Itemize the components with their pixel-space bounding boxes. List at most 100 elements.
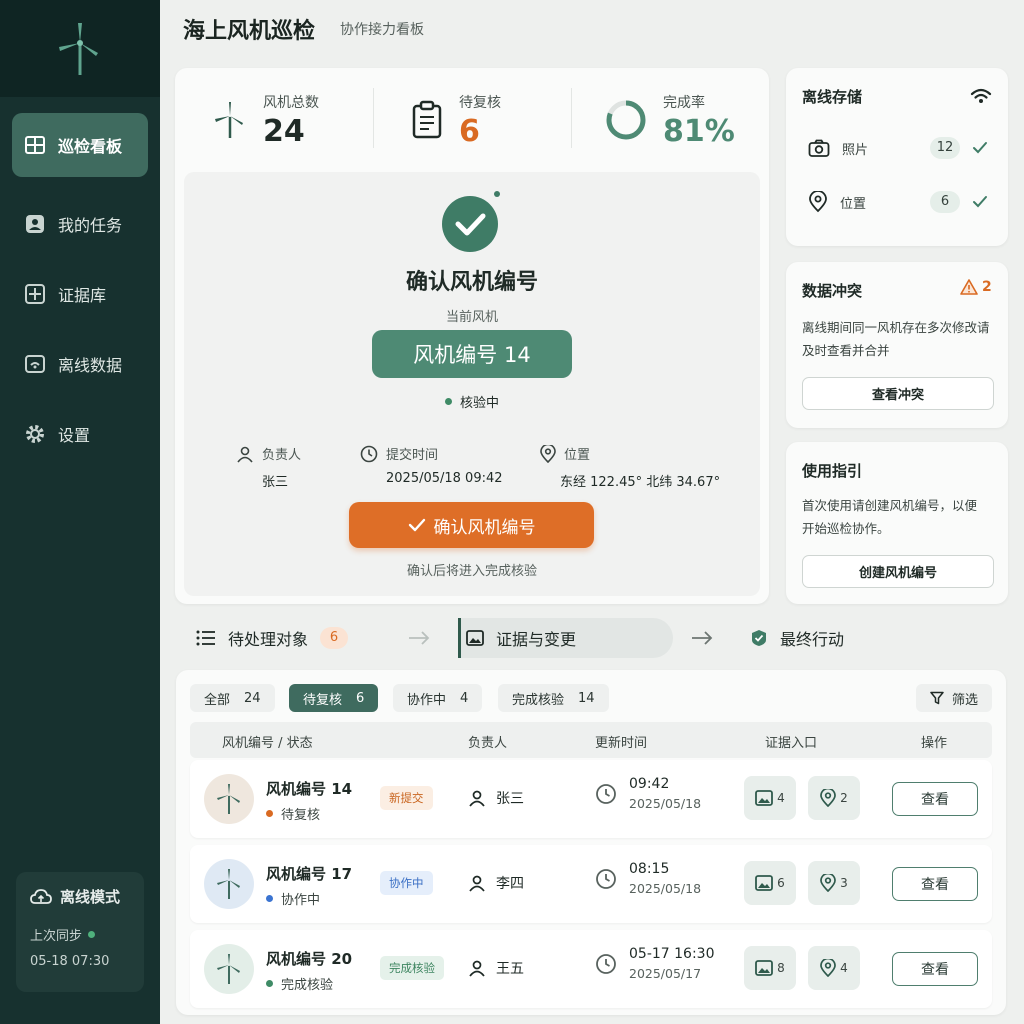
turbine-status: 协作中 <box>266 889 320 908</box>
funnel-icon <box>930 691 944 705</box>
update-time: 08:15 <box>629 861 670 877</box>
table-row[interactable]: 风机编号 20 完成核验 完成核验 王五 05-17 16:30 2025/05/17 8 4… <box>190 930 992 1008</box>
offline-mode-title: 离线模式 <box>30 886 130 907</box>
workflow-steps: 待处理对象 6 证据与变更 最终行动 <box>176 604 1006 670</box>
guide-card: 使用指引 首次使用请创建风机编号，以便开始巡检协作。 创建风机编号 <box>786 442 1008 604</box>
photo-evidence-button[interactable]: 4 <box>744 776 796 820</box>
sidebar-item-offline-data[interactable]: 离线数据 <box>12 332 148 396</box>
clock-icon <box>596 868 616 889</box>
location-pin-icon <box>820 959 837 977</box>
location-evidence-button[interactable]: 2 <box>808 776 860 820</box>
stat-pending-value: 6 <box>459 113 480 149</box>
conflict-count-badge: 2 <box>960 279 992 295</box>
filter-completed[interactable]: 完成核验 14 <box>498 684 609 712</box>
shield-check-icon <box>752 630 766 646</box>
sidebar-item-label: 离线数据 <box>58 356 123 375</box>
step-pending-objects[interactable]: 待处理对象 6 <box>196 618 349 658</box>
wind-turbine-icon <box>217 869 240 899</box>
owner-meta: 负责人 张三 <box>236 444 301 490</box>
gear-icon <box>26 425 44 443</box>
wind-turbine-icon <box>215 102 243 138</box>
turbine-avatar <box>204 774 254 824</box>
conflict-title: 数据冲突 <box>802 282 863 300</box>
view-button[interactable]: 查看 <box>892 952 978 986</box>
turbine-status: 待复核 <box>266 804 320 823</box>
person-icon <box>237 446 253 463</box>
check-icon <box>408 518 425 532</box>
owner-cell: 李四 <box>468 873 524 893</box>
location-evidence-button[interactable]: 3 <box>808 861 860 905</box>
clock-icon <box>596 783 616 804</box>
sidebar-item-tasks[interactable]: 我的任务 <box>12 192 148 256</box>
image-icon <box>755 960 774 976</box>
filter-all[interactable]: 全部 24 <box>190 684 275 712</box>
completion-ring-icon <box>606 100 646 140</box>
camera-icon <box>808 139 830 157</box>
create-turbine-button[interactable]: 创建风机编号 <box>802 555 994 588</box>
evidence-icon <box>25 284 45 304</box>
logo <box>0 0 160 97</box>
turbine-table-card: 全部 24 待复核 6 协作中 4 完成核验 14 筛选 风机编号 / 状态 负责人 更… <box>176 670 1006 1015</box>
clipboard-icon <box>412 100 442 139</box>
status-dot <box>266 980 273 987</box>
sidebar: 巡检看板 我的任务 证据库 离线数据 设置 离线模式 上次同步 05-18 07… <box>0 0 160 1024</box>
column-header-owner: 负责人 <box>468 736 508 751</box>
confirm-button-label: 确认风机编号 <box>433 517 536 538</box>
stat-total-label: 风机总数 <box>263 94 319 111</box>
column-header-evidence: 证据入口 <box>765 736 818 751</box>
view-conflict-button[interactable]: 查看冲突 <box>802 377 994 410</box>
photo-evidence-button[interactable]: 8 <box>744 946 796 990</box>
step-evidence-changes[interactable]: 证据与变更 <box>466 618 576 658</box>
last-sync-value: 05-18 07:30 <box>30 954 110 969</box>
filter-count: 4 <box>460 690 469 706</box>
image-icon <box>755 790 774 806</box>
column-header-id: 风机编号 / 状态 <box>222 736 313 751</box>
location-evidence-button[interactable]: 4 <box>808 946 860 990</box>
status-dot <box>266 895 273 902</box>
task-icon <box>26 215 44 233</box>
offline-mode-panel: 离线模式 上次同步 05-18 07:30 <box>16 872 144 992</box>
sidebar-item-label: 巡检看板 <box>58 137 123 156</box>
filter-count: 6 <box>356 690 365 706</box>
filter-button[interactable]: 筛选 <box>915 684 992 712</box>
location-pin-icon <box>820 789 837 807</box>
sidebar-item-dashboard[interactable]: 巡检看板 <box>12 113 148 177</box>
turbine-avatar <box>204 859 254 909</box>
update-date: 2025/05/18 <box>629 881 702 896</box>
image-icon <box>755 875 774 891</box>
step-final-action[interactable]: 最终行动 <box>750 618 844 658</box>
confirm-turbine-button[interactable]: 确认风机编号 <box>349 502 594 548</box>
location-pin-icon <box>809 191 827 213</box>
filter-label: 完成核验 <box>512 692 565 708</box>
arrow-right-icon <box>692 631 713 645</box>
storage-locations-label: 位置 <box>840 196 867 212</box>
filter-pending-review[interactable]: 待复核 6 <box>289 684 379 712</box>
wind-turbine-icon <box>217 954 240 984</box>
view-button[interactable]: 查看 <box>892 782 978 816</box>
storage-locations-count: 6 <box>930 191 960 213</box>
divider <box>373 88 374 148</box>
status-badge: 完成核验 <box>380 956 444 980</box>
submit-time-label: 提交时间 <box>386 448 439 463</box>
offline-data-icon <box>25 355 45 373</box>
wind-turbine-icon <box>217 784 240 814</box>
sidebar-item-settings[interactable]: 设置 <box>12 402 148 466</box>
last-sync-row: 上次同步 <box>30 925 130 944</box>
sidebar-item-evidence[interactable]: 证据库 <box>12 262 148 326</box>
filter-label: 协作中 <box>407 692 447 708</box>
data-conflict-card: 数据冲突 2 离线期间同一风机存在多次修改请及时查看并合并 查看冲突 <box>786 262 1008 428</box>
table-row[interactable]: 风机编号 14 待复核 新提交 张三 09:42 2025/05/18 4 2 查看 <box>190 760 992 838</box>
wind-turbine-logo-icon <box>59 22 98 75</box>
view-button[interactable]: 查看 <box>892 867 978 901</box>
status-dot <box>444 398 452 405</box>
submit-time-meta: 提交时间 2025/05/18 09:42 <box>360 444 503 486</box>
sync-status-dot <box>88 931 96 938</box>
verify-status: 核验中 <box>184 392 760 411</box>
filter-button-label: 筛选 <box>951 692 978 708</box>
filter-collaborating[interactable]: 协作中 4 <box>393 684 483 712</box>
photo-evidence-button[interactable]: 6 <box>744 861 796 905</box>
clock-icon <box>596 953 616 974</box>
table-row[interactable]: 风机编号 17 协作中 协作中 李四 08:15 2025/05/18 6 3 查看 <box>190 845 992 923</box>
location-pin-icon <box>820 874 837 892</box>
photo-count: 8 <box>777 961 785 975</box>
